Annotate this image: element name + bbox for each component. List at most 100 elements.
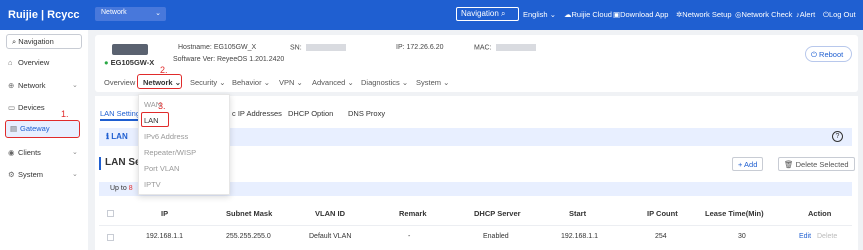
sidebar-item-devices[interactable]: ▭ Devices	[8, 103, 45, 112]
tab-vpn[interactable]: VPN ⌄	[279, 78, 303, 87]
col-action: Action	[808, 209, 832, 218]
tab-behavior[interactable]: Behavior ⌄	[232, 78, 270, 87]
col-remark: Remark	[399, 209, 427, 218]
annotation-step-1: 1.	[61, 109, 69, 119]
delete-selected-label: Delete Selected	[795, 160, 849, 169]
menu-item-iptv[interactable]: IPTV	[144, 180, 161, 189]
sidebar-item-label: Network	[18, 81, 46, 90]
mac-redacted	[495, 44, 536, 51]
sidebar-item-system[interactable]: ⚙ System	[8, 170, 43, 179]
tab-advanced[interactable]: Advanced ⌄	[312, 78, 354, 87]
navigation-button[interactable]: Navigation ⌕	[456, 7, 519, 21]
brand-logo[interactable]: Ruijie | Rcycc	[8, 9, 80, 21]
sn-redacted	[305, 44, 346, 51]
sidebar-item-label: System	[18, 170, 44, 179]
tab-system[interactable]: System ⌄	[416, 78, 449, 87]
chevron-down-icon: ⌄	[401, 78, 409, 87]
lan-info: ℹ LAN	[106, 132, 128, 141]
project-select[interactable]: Network ⌄	[95, 7, 166, 21]
home-icon: ⌂	[8, 58, 13, 67]
cell-remark: -	[408, 233, 411, 240]
section-accent-bar	[99, 157, 101, 170]
row-checkbox[interactable]	[107, 234, 114, 241]
search-icon: ⌕	[12, 37, 17, 46]
tab-network[interactable]: Network ⌄	[143, 78, 181, 87]
cell-vlan-id: Default VLAN	[309, 233, 352, 240]
sidebar-navigation-search[interactable]: ⌕ Navigation	[6, 34, 82, 49]
tab-behavior-label: Behavior	[232, 78, 262, 87]
network-check-label: Network Check	[741, 10, 793, 19]
network-setup-link[interactable]: ✲Network Setup	[676, 10, 732, 19]
lan-info-label: LAN	[111, 132, 128, 141]
col-ip-count: IP Count	[647, 209, 678, 218]
language-select[interactable]: English ⌄	[523, 10, 556, 19]
search-icon: ⌕	[501, 9, 506, 18]
table-divider	[99, 225, 852, 226]
delete-selected-button[interactable]: 🗑 Delete Selected	[778, 157, 855, 171]
chevron-down-icon: ⌄	[72, 82, 78, 89]
sidebar-item-clients[interactable]: ◉ Clients	[8, 148, 41, 157]
limit-note: Up to 8	[110, 185, 133, 192]
software-value: ReyeeOS 1.201.2420	[216, 56, 285, 63]
download-app-link[interactable]: ▣Download App	[613, 10, 668, 19]
info-icon: ℹ	[106, 132, 110, 141]
hostname-label: Hostname:	[178, 44, 212, 51]
sn-label: SN:	[290, 44, 302, 52]
gateway-icon: ▤	[10, 124, 18, 133]
sidebar: ⌕ Navigation ⌂ Overview ⊕ Network ⌄ ▭ Devic…	[0, 30, 88, 250]
tab-security-label: Security	[190, 78, 218, 87]
sidebar-item-label: Overview	[18, 58, 50, 67]
software-row: Software Ver: ReyeeOS 1.201.2420	[173, 56, 284, 63]
menu-item-port-vlan[interactable]: Port VLAN	[144, 164, 179, 173]
device-model: ● EG105GW-X	[104, 58, 154, 67]
sidebar-navigation-label: Navigation	[18, 37, 54, 46]
reboot-button[interactable]: ⏻ Reboot	[805, 46, 852, 62]
col-ip: IP	[161, 209, 169, 218]
system-icon: ⚙	[8, 170, 15, 179]
help-icon[interactable]: ?	[832, 131, 843, 142]
cell-lease-time: 30	[738, 233, 746, 240]
tab-security[interactable]: Security ⌄	[190, 78, 225, 87]
tab-diagnostics[interactable]: Diagnostics ⌄	[361, 78, 408, 87]
menu-item-repeater-wisp[interactable]: Repeater/WISP	[144, 148, 196, 157]
cell-ip-count: 254	[655, 233, 667, 240]
language-label: English	[523, 10, 548, 19]
trash-icon: 🗑	[784, 160, 794, 169]
add-button[interactable]: + Add	[732, 157, 764, 171]
subtab-dns-proxy[interactable]: DNS Proxy	[348, 109, 385, 118]
mac-label: MAC:	[474, 44, 492, 52]
edit-link[interactable]: Edit	[799, 233, 811, 240]
download-app-label: Download App	[620, 10, 669, 19]
ruijie-cloud-link[interactable]: ☁Ruijie Cloud	[564, 10, 612, 19]
cell-start: 192.168.1.1	[561, 233, 598, 240]
cell-dhcp-server: Enabled	[483, 233, 509, 240]
sidebar-item-label: Devices	[18, 103, 45, 112]
ip-label: IP:	[396, 44, 405, 51]
network-icon: ⊕	[8, 81, 15, 90]
tab-system-label: System	[416, 78, 442, 87]
subtab-active-underline	[100, 119, 138, 121]
sn-row: SN:	[290, 44, 346, 51]
hostname-value: EG105GW_X	[213, 44, 257, 51]
sidebar-item-network[interactable]: ⊕ Network	[8, 81, 46, 90]
subtab-dhcp-option[interactable]: DHCP Option	[288, 109, 333, 118]
tab-overview[interactable]: Overview	[104, 78, 135, 87]
top-bar: Ruijie | Rcycc Network ⌄ Navigation ⌕ Eng…	[0, 0, 863, 30]
chevron-down-icon: ⌄	[155, 10, 161, 17]
chevron-down-icon: ⌄	[72, 149, 78, 156]
menu-item-ipv6-address[interactable]: IPv6 Address	[144, 132, 188, 141]
network-dropdown-menu: WAN LAN IPv6 Address Repeater/WISP Port …	[138, 94, 230, 195]
sidebar-item-overview[interactable]: ⌂ Overview	[8, 58, 49, 67]
subtab-static-ip[interactable]: c IP Addresses	[232, 109, 282, 118]
select-all-checkbox[interactable]	[107, 210, 114, 217]
log-out-link[interactable]: ⏻Log Out	[823, 10, 856, 20]
delete-link[interactable]: Delete	[817, 233, 837, 240]
chevron-down-icon: ⌄	[347, 78, 354, 87]
chevron-down-icon: ⌄	[219, 78, 226, 87]
hostname-row: Hostname: EG105GW_X	[178, 44, 256, 51]
menu-item-lan[interactable]: LAN	[144, 116, 159, 125]
network-check-link[interactable]: ◎Network Check	[735, 10, 792, 19]
sidebar-item-gateway[interactable]: ▤ Gateway	[5, 120, 80, 138]
chevron-down-icon: ⌄	[296, 78, 303, 87]
alert-link[interactable]: ♪Alert	[796, 10, 815, 19]
